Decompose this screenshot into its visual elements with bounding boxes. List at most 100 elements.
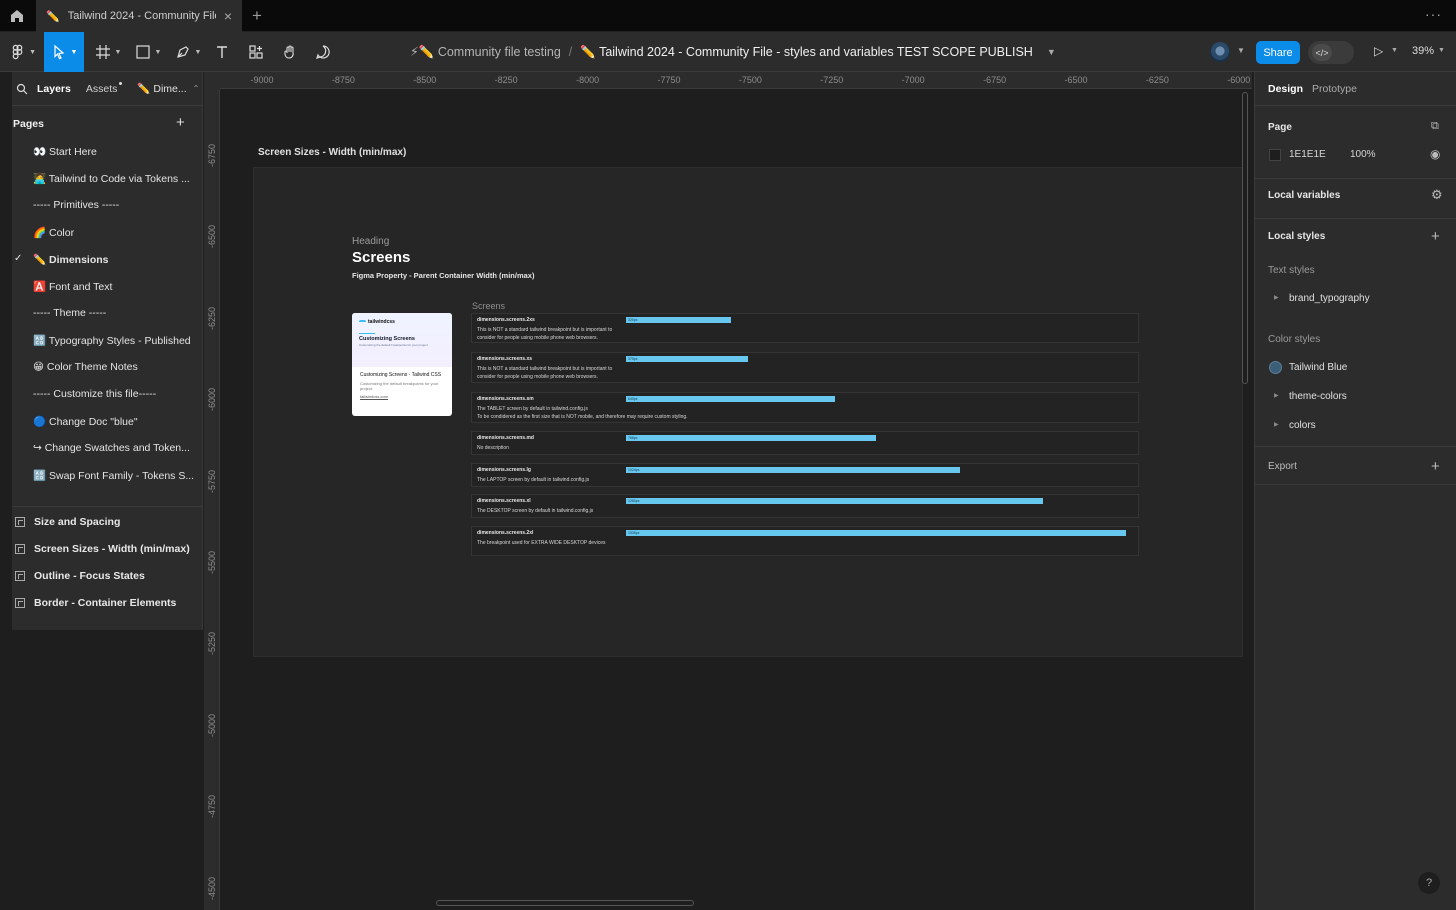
dev-mode-toggle[interactable]: </> [1308,41,1354,64]
search-icon[interactable] [16,83,28,95]
screen-width-bar: 768px [626,435,876,441]
page-item[interactable]: ↪ Change Swatches and Token... [33,442,198,454]
share-button[interactable]: Share [1256,41,1300,64]
add-style-button[interactable]: + [1431,228,1440,245]
page-item[interactable]: 🌈 Color [33,226,198,239]
color-group-colors[interactable]: colors [1289,420,1316,431]
page-item[interactable]: 😁 Color Theme Notes [33,361,198,373]
screen-row[interactable]: dimensions.screens.2xs This is NOT a stan… [471,313,1139,343]
page-item[interactable]: 🅰️ Font and Text [33,280,198,293]
layer-frame-item[interactable]: Size and Spacing [15,516,120,528]
breadcrumb-file[interactable]: ✏️ Tailwind 2024 - Community File - styl… [580,45,1033,60]
chevron-down-icon[interactable]: ▼ [1438,47,1445,54]
link-preview-card[interactable]: tailwindcss Customizing Screens Customiz… [352,313,452,416]
tab-design[interactable]: Design [1268,83,1303,95]
page-item[interactable]: 🔠 Typography Styles - Published [33,334,198,347]
ruler-tick-label: -7250 [820,75,844,85]
ruler-tick-label: -6250 [207,306,217,330]
page-item[interactable]: 🔠 Swap Font Family - Tokens S... [33,469,198,482]
components-icon [249,45,263,59]
chevron-down-icon[interactable]: ▼ [1237,46,1245,55]
screen-row[interactable]: dimensions.screens.xl The DESKTOP screen … [471,494,1139,518]
add-export-button[interactable]: + [1431,458,1440,475]
add-page-button[interactable]: + [176,114,185,131]
heading-subtitle: Figma Property - Parent Container Width … [352,271,535,280]
layer-frame-item[interactable]: Border - Container Elements [15,597,176,609]
text-tool-button[interactable] [212,32,232,72]
color-style-swatch[interactable] [1269,361,1282,374]
ruler-tick-label: -7750 [657,75,681,85]
vertical-scrollbar[interactable] [1242,92,1248,384]
resources-tool-button[interactable] [246,32,266,72]
move-tool-button[interactable]: ▼ [44,32,84,72]
page-item[interactable]: 🔵 Change Doc "blue" [33,415,198,428]
chevron-down-icon[interactable]: ▼ [1391,47,1398,54]
page-opacity-value[interactable]: 100% [1350,149,1376,160]
current-page-selector[interactable]: ✏️ Dime... [137,82,186,95]
pen-tool-button[interactable]: ▼ [172,32,204,72]
main-menu-button[interactable]: ▼ [10,32,36,72]
tab-layers[interactable]: Layers [37,83,71,95]
chevron-right-icon[interactable]: ▶ [1274,421,1279,428]
layer-frame-label: Screen Sizes - Width (min/max) [34,543,190,555]
layer-frame-item[interactable]: Screen Sizes - Width (min/max) [15,543,190,555]
text-style-group[interactable]: brand_typography [1289,293,1370,304]
page-color-swatch[interactable] [1269,149,1281,161]
zoom-level[interactable]: 39% [1412,45,1434,57]
screen-token-name: dimensions.screens.2xs [477,317,535,323]
ruler-tick-label: -6000 [207,388,217,412]
shape-tool-button[interactable]: ▼ [132,32,164,72]
screen-row[interactable]: dimensions.screens.md No description 768px [471,431,1139,455]
card-header: tailwindcss Customizing Screens Customiz… [352,313,452,367]
page-settings-icon[interactable]: ⧉ [1431,120,1439,133]
more-options-icon[interactable]: ··· [1425,6,1442,22]
tab-prototype[interactable]: Prototype [1312,83,1357,95]
chevron-right-icon[interactable]: ▶ [1274,392,1279,399]
hand-tool-button[interactable] [280,32,300,72]
comment-icon [316,45,330,59]
close-tab-icon[interactable]: × [224,8,232,24]
card-link[interactable]: tailwindcss.com [360,394,444,399]
file-tab[interactable]: ✏️ Tailwind 2024 - Community File - s × [36,0,242,32]
chevron-down-icon[interactable]: ▼ [1047,47,1056,57]
page-item[interactable]: ----- Primitives ----- [33,199,198,211]
check-icon: ✓ [14,253,23,264]
page-item[interactable]: ----- Theme ----- [33,307,198,319]
comment-tool-button[interactable] [313,32,333,72]
ruler-tick-label: -5500 [207,550,217,574]
frame-tool-button[interactable]: ▼ [92,32,124,72]
variables-settings-icon[interactable]: ⚙ [1431,187,1443,203]
screen-row[interactable]: dimensions.screens.sm The TABLET screen b… [471,392,1139,423]
breadcrumb-project[interactable]: ⚡✏️ Community file testing [410,44,561,60]
divider [12,506,203,507]
cursor-icon [53,44,64,60]
frame-title[interactable]: Screen Sizes - Width (min/max) [258,147,406,158]
avatar[interactable] [1210,42,1230,62]
eye-icon[interactable]: ◉ [1430,147,1440,161]
chevron-right-icon[interactable]: ▶ [1274,294,1279,301]
screen-row[interactable]: dimensions.screens.xs This is NOT a stand… [471,352,1139,383]
layer-frame-label: Size and Spacing [34,516,121,528]
toolbar: ▼ ▼ ▼ ▼ ▼ ⚡✏️ Community file testing / ✏… [0,32,1456,72]
screen-row[interactable]: dimensions.screens.lg The LAPTOP screen b… [471,463,1139,487]
page-item[interactable]: 👀 Start Here [33,145,198,158]
screen-width-value: 1280px [628,499,640,503]
chevron-up-icon[interactable]: ⌃ [193,84,200,93]
page-item[interactable]: ✏️ Dimensions [33,253,198,266]
present-play-icon[interactable]: ▷ [1374,44,1383,58]
local-variables-title[interactable]: Local variables [1268,190,1340,201]
help-button[interactable]: ? [1418,872,1440,894]
page-color-value[interactable]: 1E1E1E [1289,149,1326,160]
horizontal-scrollbar[interactable] [436,900,694,906]
color-style-tailwind-blue[interactable]: Tailwind Blue [1289,362,1347,373]
screen-token-description: This is NOT a standard tailwind breakpoi… [477,327,613,341]
layer-frame-item[interactable]: Outline - Focus States [15,570,145,582]
page-item[interactable]: ----- Customize this file----- [33,388,198,400]
screen-row[interactable]: dimensions.screens.2xl The breakpoint use… [471,526,1139,556]
tab-assets[interactable]: Assets [86,81,122,95]
home-icon[interactable] [8,7,26,25]
new-tab-button[interactable]: + [252,6,262,26]
page-item[interactable]: 🧑‍💻 Tailwind to Code via Tokens ... [33,172,198,185]
card-body-desc: Customizing the default breakpoints for … [360,380,439,391]
color-group-theme-colors[interactable]: theme-colors [1289,391,1347,402]
